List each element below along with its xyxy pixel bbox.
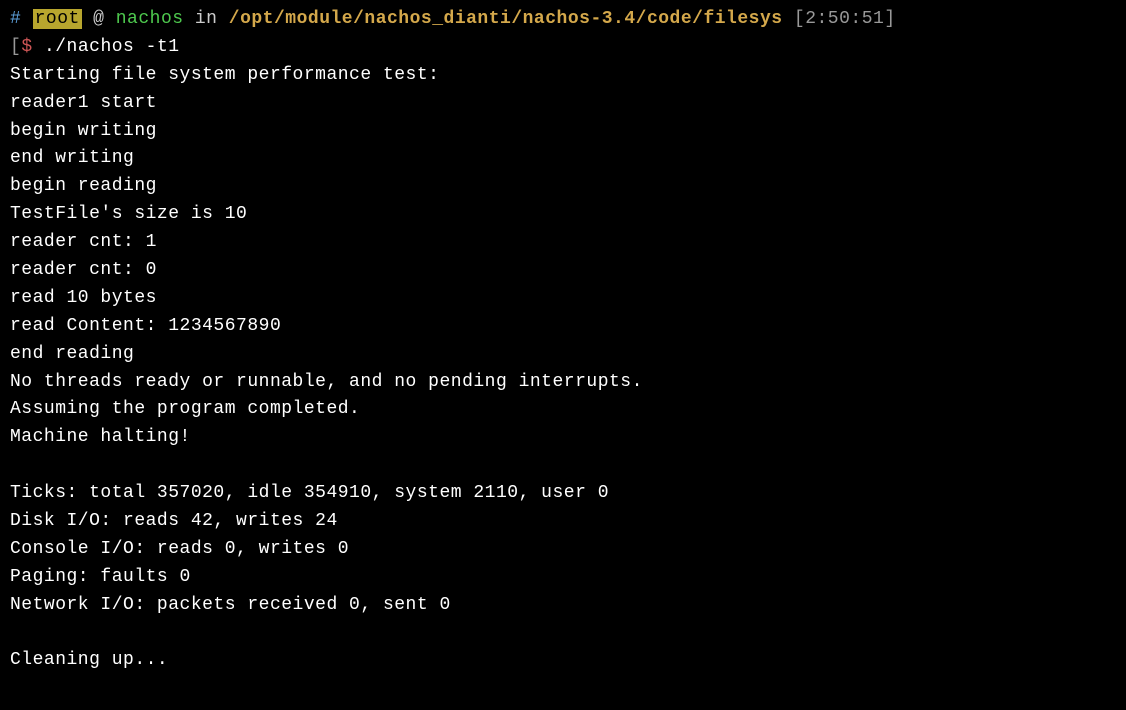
output-line: Cleaning up... bbox=[10, 647, 1116, 675]
prompt-timestamp: 2:50:51 bbox=[805, 9, 884, 29]
prompt-rbracket: ] bbox=[884, 9, 895, 29]
output-line: No threads ready or runnable, and no pen… bbox=[10, 369, 1116, 397]
command-dollar: $ bbox=[21, 37, 32, 57]
command-line: [$ ./nachos -t1 bbox=[10, 34, 1116, 62]
output-line: Assuming the program completed. bbox=[10, 396, 1116, 424]
terminal-window[interactable]: # root @ nachos in /opt/module/nachos_di… bbox=[10, 6, 1116, 675]
prompt-line: # root @ nachos in /opt/module/nachos_di… bbox=[10, 6, 1116, 34]
output-line bbox=[10, 452, 1116, 480]
output-line: read Content: 1234567890 bbox=[10, 313, 1116, 341]
prompt-path: /opt/module/nachos_dianti/nachos-3.4/cod… bbox=[229, 9, 783, 29]
output-line: read 10 bytes bbox=[10, 285, 1116, 313]
prompt-at: @ bbox=[82, 9, 116, 29]
output-line: end reading bbox=[10, 341, 1116, 369]
output-line: Machine halting! bbox=[10, 424, 1116, 452]
output-line: Disk I/O: reads 42, writes 24 bbox=[10, 508, 1116, 536]
prompt-user: root bbox=[33, 9, 82, 29]
output-line bbox=[10, 620, 1116, 648]
prompt-in: in bbox=[184, 9, 229, 29]
output-line: begin writing bbox=[10, 118, 1116, 146]
prompt-hash: # bbox=[10, 9, 21, 29]
output-line: reader cnt: 0 bbox=[10, 257, 1116, 285]
prompt-hostname: nachos bbox=[116, 9, 184, 29]
output-line: Starting file system performance test: bbox=[10, 62, 1116, 90]
command-space bbox=[33, 37, 44, 57]
command-text: ./nachos -t1 bbox=[44, 37, 180, 57]
output-line: reader1 start bbox=[10, 90, 1116, 118]
output-line: Console I/O: reads 0, writes 0 bbox=[10, 536, 1116, 564]
output-line: Paging: faults 0 bbox=[10, 564, 1116, 592]
output-line: reader cnt: 1 bbox=[10, 229, 1116, 257]
command-lbracket: [ bbox=[10, 37, 21, 57]
output-block: Starting file system performance test: r… bbox=[10, 62, 1116, 676]
output-line: Ticks: total 357020, idle 354910, system… bbox=[10, 480, 1116, 508]
output-line: Network I/O: packets received 0, sent 0 bbox=[10, 592, 1116, 620]
output-line: begin reading bbox=[10, 173, 1116, 201]
prompt-lbracket: [ bbox=[783, 9, 806, 29]
output-line: TestFile's size is 10 bbox=[10, 201, 1116, 229]
output-line: end writing bbox=[10, 145, 1116, 173]
